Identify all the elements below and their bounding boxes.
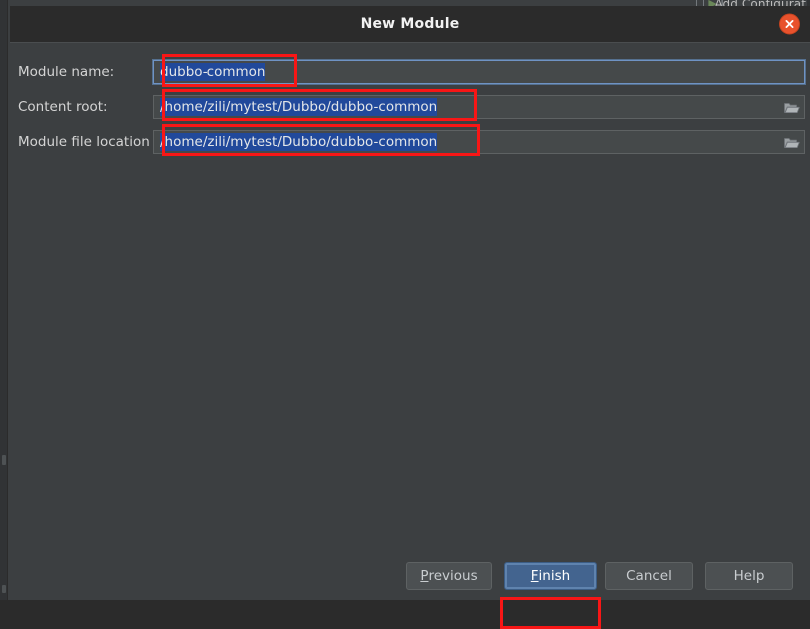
ide-left-gutter — [0, 0, 8, 600]
folder-icon[interactable] — [783, 134, 801, 150]
cancel-button-label: Cancel — [626, 568, 672, 584]
module-name-label: Module name: — [18, 60, 114, 84]
form-row-module-file-location: Module file location /home/zili/mytest/D… — [10, 130, 810, 154]
help-button[interactable]: Help — [705, 562, 793, 590]
module-name-value-after-caret: common — [207, 63, 266, 81]
previous-button-mnemonic: P — [420, 568, 428, 584]
close-icon[interactable] — [779, 14, 800, 35]
help-button-label: Help — [734, 568, 765, 584]
module-name-value-before-caret: dubbo- — [160, 63, 208, 81]
content-root-label: Content root: — [18, 95, 108, 119]
form-row-module-name: Module name: dubbo-common — [10, 60, 810, 84]
dialog-title: New Module — [361, 16, 460, 32]
dialog-button-bar: Previous Finish Cancel Help — [10, 562, 810, 592]
module-file-location-input[interactable]: /home/zili/mytest/Dubbo/dubbo-common — [153, 130, 805, 154]
new-module-dialog: New Module Module name: dubbo-common Con… — [10, 6, 810, 600]
content-root-input[interactable]: /home/zili/mytest/Dubbo/dubbo-common — [153, 95, 805, 119]
finish-button[interactable]: Finish — [504, 562, 597, 590]
dialog-body: Module name: dubbo-common Content root: … — [10, 42, 810, 600]
module-name-input[interactable]: dubbo-common — [153, 60, 805, 84]
module-name-field-wrap: dubbo-common — [153, 60, 805, 84]
annotation-box-finish-button — [500, 597, 601, 629]
finish-button-label: inish — [539, 568, 571, 584]
previous-button-label: revious — [429, 568, 478, 584]
module-file-location-field-wrap: /home/zili/mytest/Dubbo/dubbo-common — [153, 130, 805, 154]
finish-button-mnemonic: F — [531, 568, 539, 584]
module-file-location-value: /home/zili/mytest/Dubbo/dubbo-common — [160, 133, 437, 151]
dialog-titlebar: New Module — [10, 6, 810, 42]
previous-button[interactable]: Previous — [406, 562, 492, 590]
form-row-content-root: Content root: /home/zili/mytest/Dubbo/du… — [10, 95, 810, 119]
folder-icon[interactable] — [783, 99, 801, 115]
content-root-field-wrap: /home/zili/mytest/Dubbo/dubbo-common — [153, 95, 805, 119]
cancel-button[interactable]: Cancel — [605, 562, 693, 590]
ide-scroll-marker — [2, 585, 6, 593]
ide-scroll-marker — [2, 455, 6, 465]
content-root-value: /home/zili/mytest/Dubbo/dubbo-common — [160, 98, 437, 116]
module-file-location-label: Module file location — [18, 130, 150, 154]
